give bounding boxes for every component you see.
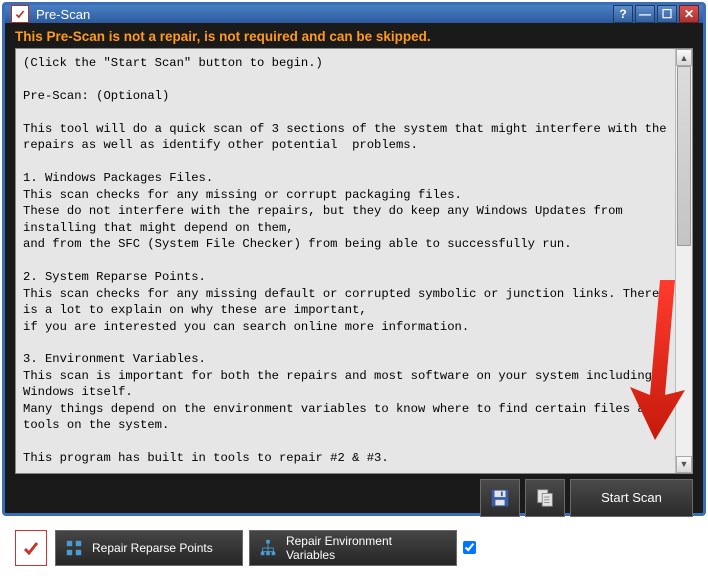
content-area: (Click the "Start Scan" button to begin.… [5,48,703,530]
add-cat-checkbox[interactable] [463,541,476,554]
copy-icon [534,487,556,509]
minimize-button[interactable]: — [635,5,655,23]
scroll-track[interactable] [676,66,692,456]
maximize-button[interactable]: ☐ [657,5,677,23]
window-title: Pre-Scan [36,7,90,22]
close-button[interactable]: ✕ [679,5,699,23]
save-icon [489,487,511,509]
start-scan-button[interactable]: Start Scan [570,479,693,517]
scroll-down-button[interactable]: ▼ [676,456,692,473]
copy-log-button[interactable] [525,479,565,517]
bottom-toolbar: Repair Reparse Points Repair Environment… [5,530,703,576]
titlebar: Pre-Scan ? — ☐ ✕ [5,5,703,23]
repair-env-label: Repair Environment Variables [286,534,444,562]
log-text[interactable]: (Click the "Start Scan" button to begin.… [16,49,675,473]
app-icon [11,5,29,23]
save-log-button[interactable] [480,479,520,517]
repair-reparse-label: Repair Reparse Points [92,541,213,555]
scroll-thumb[interactable] [677,66,691,246]
add-cat-checkbox-wrap[interactable]: Add .CAT Files (Security Catalog) To Win… [463,536,693,560]
env-vars-icon [258,539,278,557]
help-button[interactable]: ? [613,5,633,23]
add-cat-label: Add .CAT Files (Security Catalog) To Win… [481,536,666,560]
log-pane: (Click the "Start Scan" button to begin.… [15,48,693,474]
repair-env-vars-button[interactable]: Repair Environment Variables [249,530,457,566]
scroll-up-button[interactable]: ▲ [676,49,692,66]
reparse-icon [64,539,84,557]
vertical-scrollbar[interactable]: ▲ ▼ [675,49,692,473]
app-window: Pre-Scan ? — ☐ ✕ This Pre-Scan is not a … [2,2,706,516]
app-logo-icon [15,530,47,566]
repair-reparse-points-button[interactable]: Repair Reparse Points [55,530,243,566]
warning-banner: This Pre-Scan is not a repair, is not re… [5,23,703,48]
action-row: Start Scan [15,474,693,522]
